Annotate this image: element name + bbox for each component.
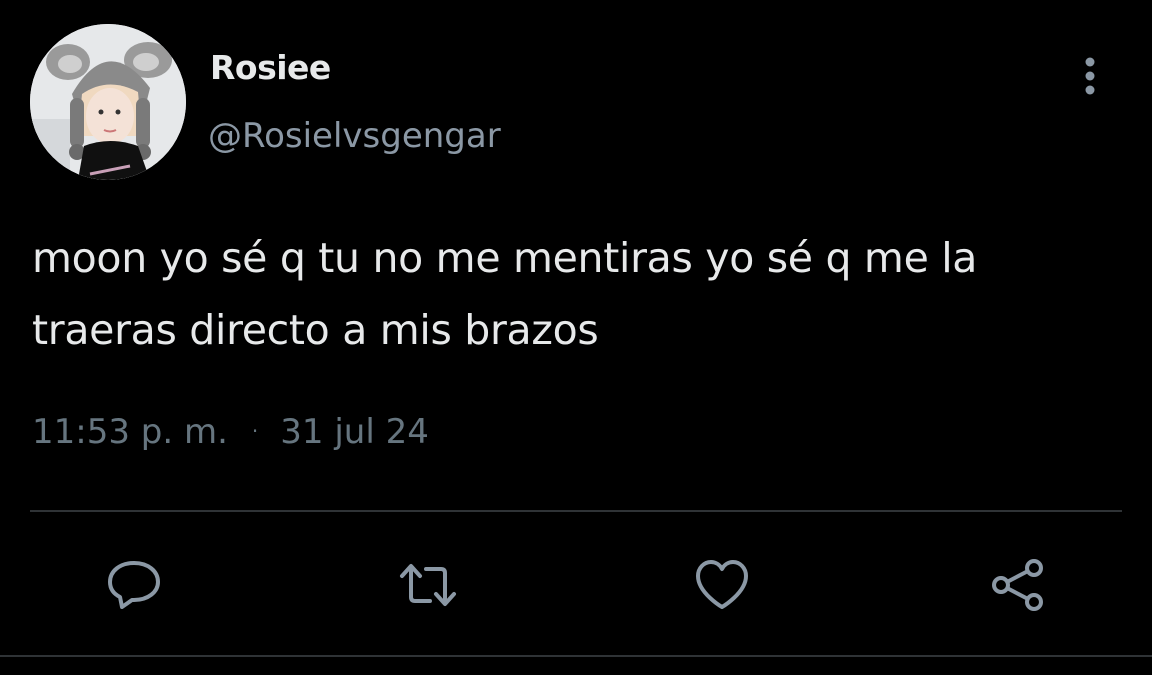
divider <box>30 510 1122 512</box>
tweet-meta: 11:53 p. m. · 31 jul 24 <box>32 412 429 452</box>
bottom-divider <box>0 655 1152 657</box>
tweet-date[interactable]: 31 jul 24 <box>280 412 429 452</box>
avatar-photo <box>30 24 186 180</box>
share-icon <box>992 559 1043 611</box>
like-button[interactable] <box>692 557 752 613</box>
avatar[interactable] <box>30 24 186 180</box>
display-name[interactable]: Rosiee <box>210 48 331 87</box>
share-button[interactable] <box>988 557 1048 613</box>
tweet-time[interactable]: 11:53 p. m. <box>32 412 228 452</box>
vertical-ellipsis-icon <box>1085 57 1095 95</box>
more-options-button[interactable] <box>1070 52 1110 100</box>
speech-bubble-icon <box>108 561 160 609</box>
retweet-button[interactable] <box>398 557 458 613</box>
user-handle[interactable]: @Rosielvsgengar <box>208 116 501 156</box>
reply-button[interactable] <box>104 557 164 613</box>
tweet-card: Rosiee @Rosielvsgengar moon yo sé q tu n… <box>0 0 1152 675</box>
heart-icon <box>696 560 748 609</box>
meta-separator: · <box>251 419 259 443</box>
tweet-text: moon yo sé q tu no me mentiras yo sé q m… <box>32 234 978 354</box>
retweet-icon <box>400 564 456 606</box>
